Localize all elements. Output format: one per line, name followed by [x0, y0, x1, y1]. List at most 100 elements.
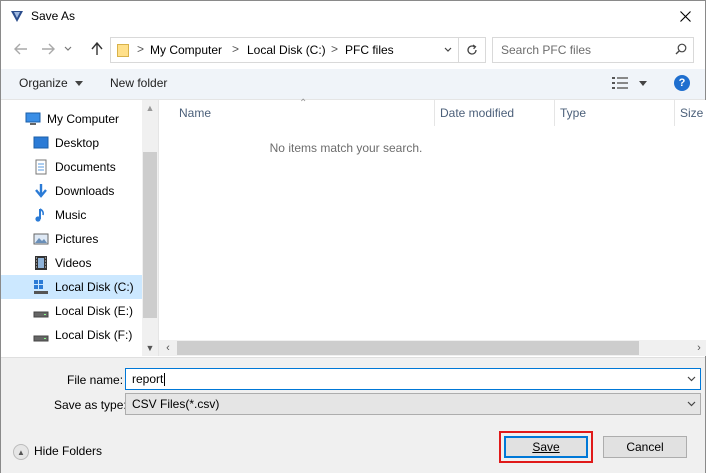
nav-item-label: Music — [55, 208, 87, 222]
save-as-dialog: Save As > My Computer > Local Disk (C:) … — [0, 0, 706, 473]
save-as-type-select[interactable]: CSV Files(*.csv) — [125, 393, 701, 415]
column-divider[interactable] — [434, 100, 435, 126]
help-button[interactable]: ? — [674, 75, 690, 91]
up-button[interactable] — [86, 39, 108, 59]
forward-button[interactable] — [37, 39, 59, 59]
arrow-up-icon — [91, 42, 103, 55]
address-bar[interactable]: > My Computer > Local Disk (C:) > PFC fi… — [110, 37, 486, 63]
window-title: Save As — [31, 9, 76, 23]
collapse-up-icon: ▲ — [13, 444, 29, 460]
nav-item-my-computer[interactable]: My Computer — [1, 107, 142, 131]
nav-item-local-disk-e[interactable]: Local Disk (E:) — [1, 299, 142, 323]
scroll-up-icon[interactable]: ▲ — [142, 100, 158, 116]
details-view-icon — [612, 77, 628, 89]
nav-item-label: Videos — [55, 256, 92, 270]
title-bar: Save As — [1, 1, 705, 31]
hide-folders-label: Hide Folders — [34, 444, 103, 458]
caret-down-icon — [639, 81, 648, 86]
nav-item-label: My Computer — [47, 112, 120, 126]
empty-message: No items match your search. — [269, 141, 423, 155]
downloads-icon — [35, 184, 47, 198]
nav-item-label: Local Disk (E:) — [55, 304, 134, 318]
music-icon — [35, 208, 44, 222]
nav-item-label: Desktop — [55, 136, 100, 150]
navigation-pane: My Computer Desktop Documents Downloads — [1, 100, 158, 356]
nav-item-downloads[interactable]: Downloads — [1, 179, 142, 203]
column-divider[interactable] — [554, 100, 555, 126]
nav-item-label: Pictures — [55, 232, 99, 246]
save-button-label: Save — [532, 440, 560, 454]
save-as-type-label: Save as type: — [54, 398, 127, 412]
save-as-type-dropdown-button[interactable] — [684, 396, 698, 412]
nav-item-videos[interactable]: Videos — [1, 251, 142, 275]
breadcrumb-my-computer[interactable]: My Computer — [150, 43, 222, 57]
file-list: ⌃ Name Date modified Type Size No items … — [158, 98, 706, 356]
breadcrumb-pfc-files[interactable]: PFC files — [345, 43, 394, 57]
videos-icon — [35, 256, 47, 270]
nav-item-label: Downloads — [55, 184, 115, 198]
documents-icon — [35, 159, 47, 175]
nav-item-documents[interactable]: Documents — [1, 155, 142, 179]
desktop-icon — [33, 136, 49, 149]
nav-item-music[interactable]: Music — [1, 203, 142, 227]
caret-down-icon — [75, 81, 84, 87]
nav-item-desktop[interactable]: Desktop — [1, 131, 142, 155]
arrow-right-icon — [42, 43, 55, 55]
nav-item-local-disk-c[interactable]: Local Disk (C:) — [1, 275, 142, 299]
scroll-down-icon[interactable]: ▼ — [142, 340, 158, 356]
pictures-icon — [33, 233, 49, 245]
column-header-date-modified[interactable]: Date modified — [440, 106, 514, 120]
nav-item-label: Documents — [55, 160, 116, 174]
nav-scrollbar[interactable]: ▲ ▼ — [142, 100, 158, 356]
back-button[interactable] — [10, 39, 32, 59]
windows-drive-icon — [34, 280, 48, 294]
sort-ascending-icon: ⌃ — [299, 98, 308, 109]
column-header-size[interactable]: Size — [680, 106, 703, 120]
search-placeholder: Search PFC files — [501, 43, 592, 57]
file-name-field[interactable]: report — [125, 368, 701, 390]
breadcrumb-local-disk-c[interactable]: Local Disk (C:) — [247, 43, 326, 57]
horizontal-scrollbar[interactable]: ‹ › — [159, 340, 706, 356]
command-toolbar: Organize New folder ? — [1, 69, 705, 100]
column-header-type[interactable]: Type — [560, 106, 586, 120]
scrollbar-thumb[interactable] — [177, 341, 639, 355]
chevron-down-icon — [687, 401, 695, 407]
close-button[interactable] — [665, 1, 705, 31]
nav-item-pictures[interactable]: Pictures — [1, 227, 142, 251]
drive-icon — [33, 335, 49, 342]
text-cursor — [164, 373, 166, 387]
column-header-name[interactable]: Name — [179, 106, 211, 120]
view-options-button[interactable] — [612, 77, 648, 92]
scroll-right-icon[interactable]: › — [692, 340, 706, 356]
nav-item-local-disk-f[interactable]: Local Disk (F:) — [1, 323, 142, 347]
search-icon — [675, 43, 687, 55]
file-name-value: report — [132, 372, 166, 387]
drive-icon — [33, 311, 49, 318]
refresh-icon — [467, 44, 477, 55]
search-box[interactable]: Search PFC files — [492, 37, 694, 63]
scrollbar-thumb[interactable] — [143, 152, 157, 318]
breadcrumb-separator: > — [331, 42, 339, 56]
save-as-type-value: CSV Files(*.csv) — [132, 397, 220, 411]
computer-icon — [25, 112, 41, 125]
app-icon — [11, 11, 23, 22]
scroll-left-icon[interactable]: ‹ — [161, 340, 175, 356]
nav-item-label: Local Disk (F:) — [55, 328, 133, 342]
organize-button[interactable]: Organize — [19, 76, 84, 90]
column-divider[interactable] — [674, 100, 675, 126]
save-button[interactable]: Save — [504, 436, 588, 458]
address-history-button[interactable] — [438, 38, 458, 62]
new-folder-button[interactable]: New folder — [110, 76, 167, 90]
folder-icon — [117, 44, 129, 57]
close-icon — [679, 10, 691, 22]
file-name-dropdown-button[interactable] — [684, 371, 698, 387]
recent-locations-button[interactable] — [61, 39, 75, 59]
breadcrumb-separator: > — [232, 42, 240, 56]
cancel-button-label: Cancel — [626, 440, 664, 454]
nav-item-label: Local Disk (C:) — [55, 280, 134, 294]
cancel-button[interactable]: Cancel — [603, 436, 687, 458]
refresh-button[interactable] — [458, 38, 485, 62]
chevron-down-icon — [687, 376, 695, 382]
chevron-down-icon — [64, 46, 72, 51]
organize-label: Organize — [19, 76, 68, 90]
